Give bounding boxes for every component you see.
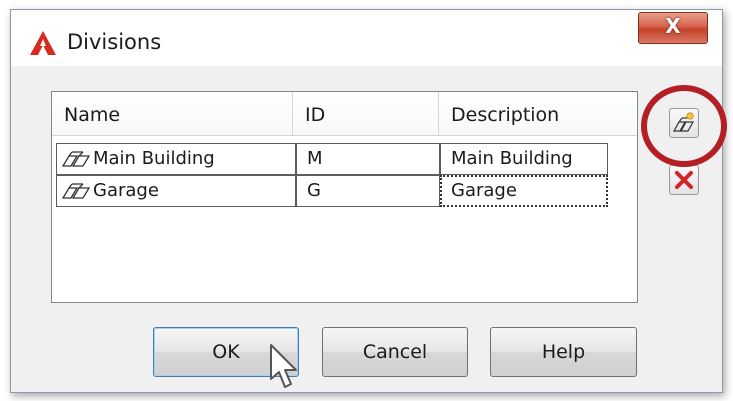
highlight-ring — [641, 85, 727, 167]
divisions-dialog: Divisions X Name ID Description Main Bui… — [10, 9, 727, 393]
divisions-list[interactable]: Name ID Description Main Building M Main… — [51, 91, 638, 303]
description-cell[interactable]: Main Building — [440, 143, 608, 175]
column-header-id[interactable]: ID — [293, 92, 439, 136]
cancel-button[interactable]: Cancel — [322, 327, 468, 377]
autocad-a-logo-icon — [30, 31, 56, 55]
delete-x-icon — [675, 171, 693, 189]
division-icon — [61, 183, 91, 199]
close-icon: X — [665, 14, 681, 38]
name-cell[interactable]: Main Building — [56, 143, 296, 175]
division-icon — [61, 151, 91, 167]
description-cell-focused[interactable]: Garage — [440, 175, 608, 207]
delete-division-button[interactable] — [669, 165, 699, 195]
title-bar: Divisions X — [11, 10, 722, 66]
name-text: Main Building — [93, 148, 215, 169]
column-header-description[interactable]: Description — [439, 92, 637, 136]
table-row[interactable]: Garage G Garage — [52, 175, 612, 207]
close-button[interactable]: X — [638, 12, 708, 44]
id-cell[interactable]: G — [296, 175, 440, 207]
name-cell[interactable]: Garage — [56, 175, 296, 207]
column-header-name[interactable]: Name — [52, 92, 293, 136]
dialog-title: Divisions — [67, 30, 162, 54]
table-row[interactable]: Main Building M Main Building — [52, 143, 612, 175]
id-cell[interactable]: M — [296, 143, 440, 175]
mouse-cursor-icon — [270, 344, 297, 388]
name-text: Garage — [93, 180, 159, 201]
help-button[interactable]: Help — [490, 327, 637, 377]
list-header: Name ID Description — [52, 92, 637, 137]
